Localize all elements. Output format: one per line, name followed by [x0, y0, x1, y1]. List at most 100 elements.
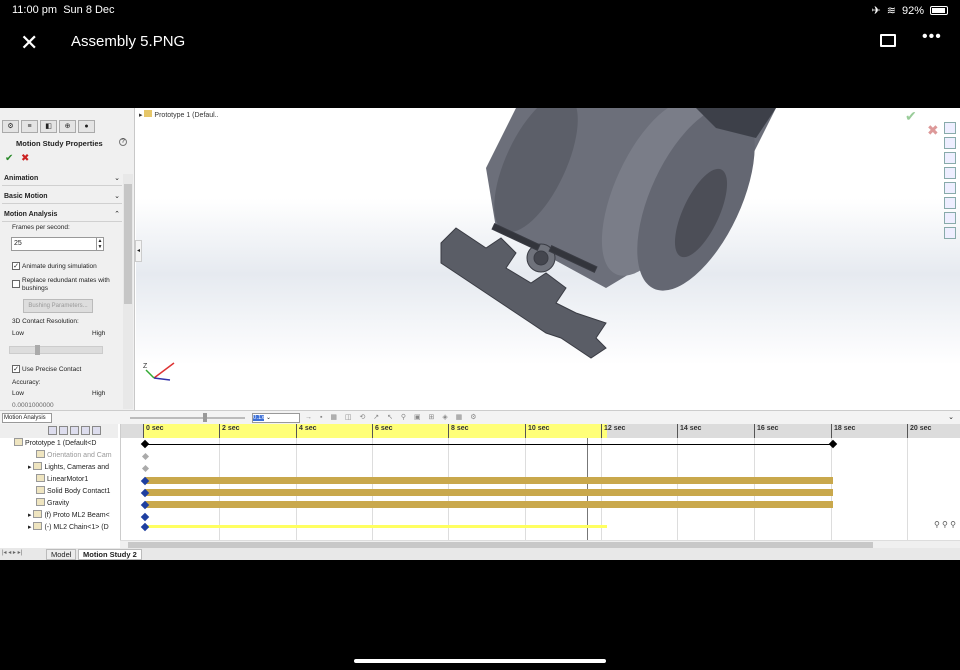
tree-item-beam[interactable]: ▸ (f) Proto ML2 Beam< — [28, 510, 110, 522]
timeline-area[interactable]: 0 sec 2 sec 4 sec 6 sec 8 sec 10 sec 12 … — [120, 424, 960, 540]
bottom-tabs: |◂ ◂ ▸ ▸| Model Motion Study 2 — [0, 548, 960, 560]
toolbar-icons[interactable]: → ▪ ▦ ◫ ⟲ ↗ ↖ ⚲ ▣ ⊞ ◈ ▦ ⚙ — [305, 413, 480, 421]
tick-label: 16 sec — [754, 424, 778, 438]
contact-resolution-slider[interactable] — [9, 345, 103, 355]
status-right: ✈ ≋ 92% — [872, 4, 948, 17]
view-palette-icon[interactable] — [944, 182, 956, 194]
image-title: Assembly 5.PNG — [71, 33, 186, 50]
key-point[interactable] — [140, 439, 150, 449]
key-point[interactable] — [141, 452, 150, 461]
design-library-icon[interactable] — [944, 152, 956, 164]
image-viewer-bar: ✕ Assembly 5.PNG ••• — [0, 22, 960, 62]
accuracy-low-label: Low — [12, 390, 24, 397]
resources-icon[interactable] — [944, 137, 956, 149]
playback-speed-select[interactable]: 0.1x ⌄ — [252, 413, 300, 423]
linear-motor-bar[interactable] — [145, 477, 833, 484]
status-time: 11:00 pm Sun 8 Dec — [12, 4, 115, 16]
solidworks-screenshot: Z ▸ Prototype 1 (Defaul.. ✔ ✖ ⚙ ≡ ◧ ⊕ ● … — [0, 108, 960, 560]
group-animation[interactable]: Animation ⌄ — [2, 172, 122, 186]
confirm-corner-check-icon[interactable]: ✔ — [905, 108, 917, 125]
tick-label: 20 sec — [907, 424, 931, 438]
frames-label: Frames per second: — [12, 224, 70, 231]
tree-item-linear-motor[interactable]: LinearMotor1 — [36, 474, 88, 486]
home-indicator[interactable] — [354, 659, 606, 663]
collapse-panel-handle[interactable]: ◂ — [135, 240, 142, 262]
key-point[interactable] — [140, 512, 150, 522]
assembly-model — [440, 108, 776, 359]
scroll-thumb[interactable] — [124, 184, 132, 304]
frames-per-second-input[interactable]: 25 ▲ ▼ — [11, 237, 104, 251]
collapse-chevron-icon[interactable]: ⌄ — [948, 413, 954, 421]
key-point[interactable] — [141, 464, 150, 473]
tab-motion-study[interactable]: Motion Study 2 — [78, 549, 142, 560]
zoom-icons[interactable]: ⚲ ⚲ ⚲ — [934, 520, 956, 529]
tree-item-assembly[interactable]: Prototype 1 (Default<D — [14, 438, 96, 450]
playback-speed-knob[interactable] — [203, 413, 207, 422]
wifi-icon: ≋ — [886, 5, 896, 17]
tick-label: 12 sec — [601, 424, 625, 438]
chain-bar[interactable] — [145, 525, 607, 528]
triad-z-label: Z — [143, 363, 148, 370]
filter-driving-icon[interactable] — [59, 426, 68, 435]
tab-nav-arrows[interactable]: |◂ ◂ ▸ ▸| — [2, 549, 22, 556]
filter-results-icon[interactable] — [81, 426, 90, 435]
spin-arrows-icon[interactable]: ▲ ▼ — [96, 238, 103, 250]
filter-animated-icon[interactable] — [48, 426, 57, 435]
feature-manager-tab-icon[interactable]: ⚙ — [2, 120, 19, 133]
graphics-area[interactable]: Z — [136, 108, 960, 410]
tick-label: 14 sec — [677, 424, 701, 438]
slider-knob[interactable] — [35, 345, 40, 355]
feature-tree-flyout[interactable]: ▸ Prototype 1 (Defaul.. — [139, 110, 219, 119]
motion-tree-toolbar — [0, 424, 118, 438]
pm-scrollbar[interactable] — [123, 174, 133, 409]
ok-check-icon[interactable]: ✔ — [5, 153, 13, 164]
forum-icon[interactable] — [944, 227, 956, 239]
close-icon[interactable]: ✕ — [20, 30, 38, 56]
configuration-manager-tab-icon[interactable]: ◧ — [40, 120, 57, 133]
study-type-select[interactable]: Motion Analysis — [2, 413, 52, 423]
replace-mates-checkbox[interactable] — [12, 280, 20, 288]
precise-contact-checkbox[interactable]: ✓ — [12, 365, 20, 373]
time-ruler[interactable]: 0 sec 2 sec 4 sec 6 sec 8 sec 10 sec 12 … — [121, 424, 960, 438]
animate-checkbox[interactable]: ✓ — [12, 262, 20, 270]
chevron-down-icon: ⌄ — [114, 175, 120, 182]
tree-item-gravity[interactable]: Gravity — [36, 498, 69, 510]
tab-model[interactable]: Model — [46, 549, 77, 560]
display-manager-tab-icon[interactable]: ● — [78, 120, 95, 133]
help-icon[interactable]: ? — [119, 138, 127, 146]
gravity-bar[interactable] — [145, 501, 833, 508]
tree-item-orientation[interactable]: Orientation and Cam — [36, 450, 112, 462]
contact-resolution-label: 3D Contact Resolution: — [12, 318, 79, 325]
replace-label-line1: Replace redundant mates with — [22, 277, 110, 284]
bushing-parameters-button[interactable]: Bushing Parameters... — [23, 299, 93, 313]
tree-item-chain[interactable]: ▸ (-) ML2 Chain<1> (D — [28, 522, 109, 534]
expand-all-icon[interactable] — [92, 426, 101, 435]
property-manager-tab-icon[interactable]: ≡ — [21, 120, 38, 133]
group-basic-motion[interactable]: Basic Motion ⌄ — [2, 190, 122, 204]
tick-label: 8 sec — [448, 424, 469, 438]
replace-label-line2: bushings — [22, 285, 49, 292]
low-label: Low — [12, 330, 24, 337]
tick-label: 10 sec — [525, 424, 549, 438]
chevron-down-icon: ⌄ — [114, 193, 120, 200]
tick-label: 0 sec — [143, 424, 164, 438]
custom-properties-icon[interactable] — [944, 212, 956, 224]
motion-study-tree: Prototype 1 (Default<D Orientation and C… — [0, 438, 120, 540]
tree-item-contact[interactable]: Solid Body Contact1 — [36, 486, 110, 498]
tree-item-lights[interactable]: ▸ Lights, Cameras and — [28, 462, 109, 474]
coordinate-triad: Z — [142, 358, 182, 393]
home-icon[interactable] — [944, 122, 956, 134]
dimxpert-tab-icon[interactable]: ⊕ — [59, 120, 76, 133]
comment-icon[interactable] — [880, 34, 896, 47]
timeline-hscrollbar[interactable] — [120, 540, 960, 548]
cancel-x-icon[interactable]: ✖ — [21, 153, 29, 164]
file-explorer-icon[interactable] — [944, 167, 956, 179]
playback-speed-slider[interactable] — [130, 417, 245, 419]
filter-selected-icon[interactable] — [70, 426, 79, 435]
group-motion-analysis[interactable]: Motion Analysis ⌃ — [2, 208, 122, 222]
more-icon[interactable]: ••• — [922, 28, 942, 46]
tick-label: 2 sec — [219, 424, 240, 438]
appearances-icon[interactable] — [944, 197, 956, 209]
confirm-corner-cancel-icon[interactable]: ✖ — [927, 122, 939, 139]
contact-bar[interactable] — [145, 489, 833, 496]
